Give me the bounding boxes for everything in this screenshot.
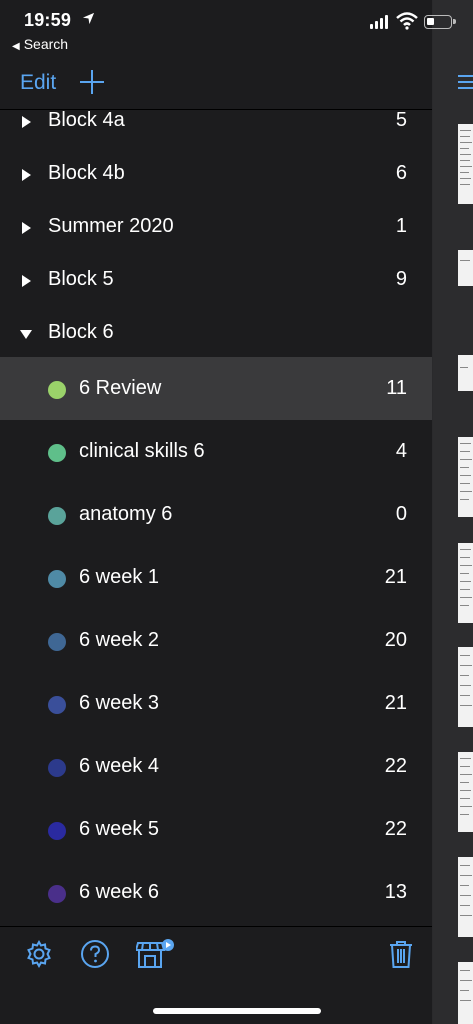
question-circle-icon[interactable] [80,939,110,969]
color-dot-icon [48,822,66,840]
cellular-signal-icon [370,15,388,29]
list-item-count: 11 [386,377,407,399]
disclosure-right-icon[interactable] [22,275,31,287]
back-app-label: Search [23,36,69,52]
document-thumbnail[interactable] [458,647,473,727]
list-menu-icon[interactable] [458,74,473,90]
color-dot-icon [48,507,66,525]
document-thumbnail[interactable] [458,752,473,832]
folder-label: Summer 2020 [48,215,174,237]
color-dot-icon [48,444,66,462]
back-to-app-button[interactable]: ◀ Search [12,36,68,52]
list-item-clinical-skills-6[interactable]: clinical skills 6 4 [0,420,432,483]
list-item-6-week-3[interactable]: 6 week 3 21 [0,672,432,735]
list-item-count: 13 [384,881,407,903]
list-item-6-week-1[interactable]: 6 week 1 21 [0,546,432,609]
list-item-count: 20 [384,629,407,651]
list-item-label: 6 week 1 [79,566,160,588]
folder-label: Block 5 [48,268,114,290]
folder-list: Block 4a 5 Block 4b 6 Summer 2020 1 Bloc… [0,111,432,926]
home-indicator[interactable] [153,1008,321,1014]
disclosure-right-icon[interactable] [22,169,31,181]
color-dot-icon [48,696,66,714]
list-item-label: 6 week 2 [79,629,160,651]
list-item-6-week-4[interactable]: 6 week 4 22 [0,735,432,798]
location-arrow-icon [82,12,95,25]
folder-row-block-6[interactable]: Block 6 [0,301,432,364]
store-icon[interactable] [136,939,176,969]
edit-button[interactable]: Edit [20,71,56,95]
battery-icon [424,15,456,29]
list-item-count: 0 [395,503,407,525]
folder-count: 6 [395,162,407,184]
plus-icon[interactable] [80,70,104,94]
color-dot-icon [48,570,66,588]
list-item-count: 21 [384,692,407,714]
list-item-6-week-2[interactable]: 6 week 2 20 [0,609,432,672]
list-item-label: anatomy 6 [79,503,173,525]
back-triangle-icon: ◀ [12,41,20,52]
folder-label: Block 4b [48,162,125,184]
trash-icon[interactable] [386,939,416,969]
color-dot-icon [48,381,66,399]
disclosure-down-icon[interactable] [20,330,32,339]
document-thumbnail[interactable] [458,437,473,517]
folder-label: Block 6 [48,321,114,343]
status-time: 19:59 [24,10,72,30]
color-dot-icon [48,633,66,651]
list-item-6-week-6[interactable]: 6 week 6 13 [0,861,432,924]
list-item-label: 6 Review [79,377,162,399]
document-thumbnail[interactable] [458,962,473,1024]
sidebar-toolbar: Edit [0,60,432,110]
document-thumbnail[interactable] [458,543,473,623]
wifi-icon [396,12,418,30]
folder-count: 5 [395,111,407,131]
document-thumbnail[interactable] [458,857,473,937]
folder-count: 9 [395,268,407,290]
list-item-label: 6 week 6 [79,881,160,903]
list-item-count: 22 [384,818,407,840]
color-dot-icon [48,759,66,777]
document-thumbnail[interactable] [458,250,473,286]
list-item-label: clinical skills 6 [79,440,205,462]
color-dot-icon [48,885,66,903]
list-item-label: 6 week 3 [79,692,160,714]
pane-divider [432,0,433,1024]
folder-label: Block 4a [48,111,125,131]
list-item-count: 22 [384,755,407,777]
gear-icon[interactable] [24,939,54,969]
list-item-anatomy-6[interactable]: anatomy 6 0 [0,483,432,546]
disclosure-right-icon[interactable] [22,222,31,234]
list-item-label: 6 week 4 [79,755,160,777]
list-item-label: 6 week 5 [79,818,160,840]
folder-count: 1 [395,215,407,237]
list-item-count: 4 [395,440,407,462]
list-item-6-week-5[interactable]: 6 week 5 22 [0,798,432,861]
list-item-count: 21 [384,566,407,588]
list-item-6-review[interactable]: 6 Review 11 [0,357,432,420]
disclosure-right-icon[interactable] [22,116,31,128]
document-thumbnail[interactable] [458,124,473,204]
document-thumbnail[interactable] [458,355,473,391]
status-bar: 19:59 ◀ Search [0,0,473,56]
